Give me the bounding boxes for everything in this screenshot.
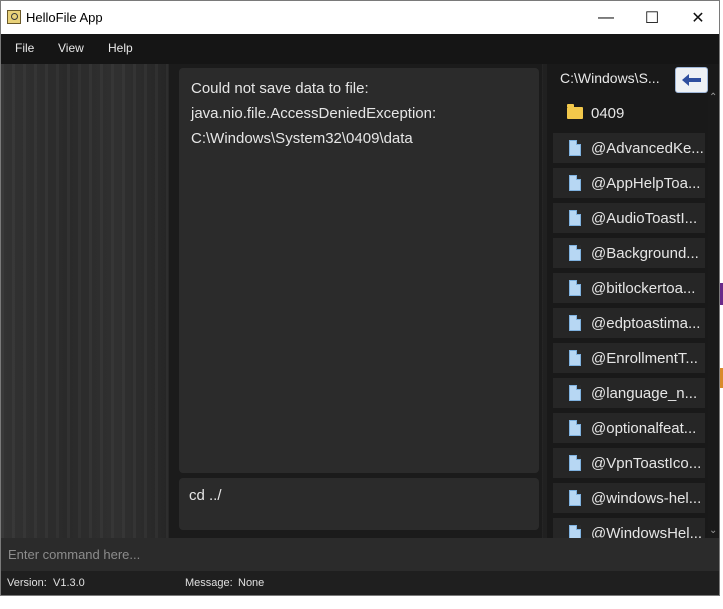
file-list-scrollbar[interactable]: ⌃ ⌄	[708, 92, 719, 538]
list-item-label: @Background...	[591, 244, 699, 262]
file-icon	[569, 210, 581, 226]
file-icon	[569, 420, 581, 436]
command-echo-box: cd ../	[179, 478, 539, 530]
file-browser-panel: C:\Windows\S... 0409 @AdvancedKe... @App…	[547, 64, 719, 538]
list-item-label: @EnrollmentT...	[591, 349, 698, 367]
command-echo: cd ../	[189, 487, 222, 504]
menu-view[interactable]: View	[58, 41, 84, 55]
app-icon	[7, 10, 21, 24]
file-icon	[569, 245, 581, 261]
close-button[interactable]: ✕	[675, 1, 719, 34]
list-item[interactable]: 0409	[553, 98, 705, 128]
list-item-label: @windows-hel...	[591, 489, 702, 507]
scroll-up-icon[interactable]: ⌃	[709, 92, 717, 103]
file-icon	[569, 385, 581, 401]
list-item-label: 0409	[591, 104, 625, 122]
list-item-label: @AdvancedKe...	[591, 139, 703, 157]
menu-help[interactable]: Help	[108, 41, 133, 55]
file-icon	[569, 140, 581, 156]
app-title: HelloFile App	[26, 10, 103, 25]
scroll-down-icon[interactable]: ⌄	[709, 525, 717, 536]
list-item-label: @AppHelpToa...	[591, 174, 701, 192]
file-icon	[569, 525, 581, 538]
file-icon	[569, 455, 581, 471]
list-item[interactable]: @language_n...	[553, 378, 705, 408]
file-icon	[569, 350, 581, 366]
file-icon	[569, 315, 581, 331]
file-list: 0409 @AdvancedKe... @AppHelpToa... @Audi…	[547, 98, 707, 538]
list-item-label: @WindowsHel...	[591, 524, 703, 539]
list-item[interactable]: @optionalfeat...	[553, 413, 705, 443]
list-item-label: @AudioToastI...	[591, 209, 698, 227]
current-path-label: C:\Windows\S...	[560, 70, 660, 86]
result-line: java.nio.file.AccessDeniedException:	[191, 105, 437, 122]
wood-background	[1, 64, 168, 538]
list-item[interactable]: @EnrollmentT...	[553, 343, 705, 373]
back-button[interactable]	[675, 67, 708, 93]
result-display: Could not save data to file: java.nio.fi…	[179, 68, 539, 473]
list-item[interactable]: @bitlockertoa...	[553, 273, 705, 303]
version-value: V1.3.0	[53, 577, 85, 589]
list-item[interactable]: @Background...	[553, 238, 705, 268]
list-item-label: @language_n...	[591, 384, 698, 402]
list-item[interactable]: @AppHelpToa...	[553, 168, 705, 198]
status-bar: Version: V1.3.0 Message: None	[1, 571, 719, 595]
folder-icon	[567, 104, 583, 119]
message-label: Message:	[185, 577, 233, 589]
list-item-label: @bitlockertoa...	[591, 279, 696, 297]
maximize-button[interactable]: ☐	[629, 1, 675, 34]
main-panel: Could not save data to file: java.nio.fi…	[169, 64, 542, 538]
list-item[interactable]: @AudioToastI...	[553, 203, 705, 233]
back-arrow-icon	[681, 74, 701, 86]
list-item[interactable]: @windows-hel...	[553, 483, 705, 513]
title-bar: HelloFile App — ☐ ✕	[1, 1, 719, 34]
command-bar	[1, 538, 719, 571]
command-input[interactable]	[1, 538, 719, 571]
app-window: HelloFile App — ☐ ✕ File View Help Could…	[0, 0, 720, 596]
result-line: Could not save data to file:	[191, 80, 369, 97]
file-icon	[569, 175, 581, 191]
list-item[interactable]: @edptoastima...	[553, 308, 705, 338]
content-area: Could not save data to file: java.nio.fi…	[1, 64, 719, 538]
list-item-label: @edptoastima...	[591, 314, 701, 332]
file-icon	[569, 490, 581, 506]
list-item[interactable]: @WindowsHel...	[553, 518, 705, 538]
menu-file[interactable]: File	[15, 41, 34, 55]
list-item-label: @optionalfeat...	[591, 419, 697, 437]
minimize-button[interactable]: —	[583, 1, 629, 34]
menu-bar: File View Help	[1, 34, 719, 64]
list-item-label: @VpnToastIco...	[591, 454, 702, 472]
list-item[interactable]: @AdvancedKe...	[553, 133, 705, 163]
version-label: Version:	[7, 577, 47, 589]
list-item[interactable]: @VpnToastIco...	[553, 448, 705, 478]
result-line: C:\Windows\System32\0409\data	[191, 130, 413, 147]
file-icon	[569, 280, 581, 296]
message-value: None	[238, 577, 265, 589]
